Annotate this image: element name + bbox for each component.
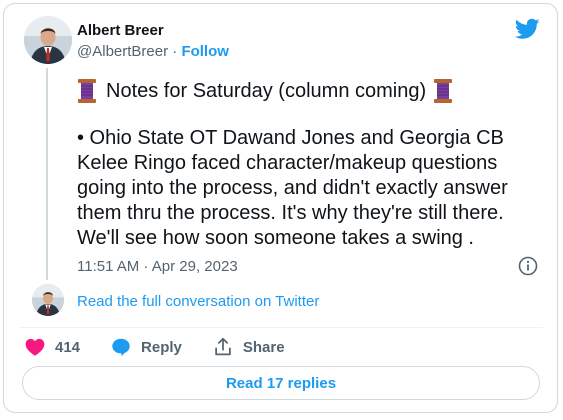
reply-button[interactable]: Reply bbox=[110, 336, 182, 358]
tweet-title-line: Notes for Saturday (column coming) bbox=[77, 78, 537, 104]
like-button[interactable]: 414 bbox=[24, 336, 80, 358]
tweet-timestamp[interactable]: 11:51 AM · Apr 29, 2023 bbox=[77, 258, 238, 275]
tweet-text: Notes for Saturday (column coming) • Ohi… bbox=[77, 78, 537, 251]
follow-button[interactable]: Follow bbox=[181, 43, 229, 60]
like-count: 414 bbox=[55, 338, 81, 356]
conversation-avatar[interactable] bbox=[32, 284, 64, 316]
handle-separator: · bbox=[172, 43, 178, 60]
share-label: Share bbox=[242, 338, 285, 356]
share-button[interactable]: Share bbox=[212, 336, 285, 358]
spool-of-thread-icon bbox=[433, 78, 453, 104]
info-icon[interactable] bbox=[517, 255, 539, 277]
heart-icon bbox=[25, 338, 45, 356]
author-avatar[interactable] bbox=[24, 16, 72, 64]
tweet-actions-bar: 414 Reply Share bbox=[24, 335, 315, 359]
tweet-title: Notes for Saturday (column coming) bbox=[106, 79, 427, 102]
author-handle-row: @AlbertBreer · Follow bbox=[77, 43, 229, 60]
author-handle[interactable]: @AlbertBreer bbox=[77, 43, 168, 60]
thread-connector-line bbox=[46, 68, 48, 280]
author-name[interactable]: Albert Breer bbox=[77, 22, 164, 39]
share-icon bbox=[215, 337, 231, 356]
tweet-body: • Ohio State OT Dawand Jones and Georgia… bbox=[77, 127, 508, 249]
read-full-conversation-link[interactable]: Read the full conversation on Twitter bbox=[77, 293, 319, 310]
spool-of-thread-icon bbox=[77, 78, 97, 104]
reply-label: Reply bbox=[141, 338, 182, 356]
read-replies-button[interactable]: Read 17 replies bbox=[22, 366, 540, 400]
actions-divider bbox=[20, 327, 543, 328]
reply-bubble-icon bbox=[112, 338, 130, 357]
twitter-bird-icon[interactable] bbox=[514, 18, 540, 40]
